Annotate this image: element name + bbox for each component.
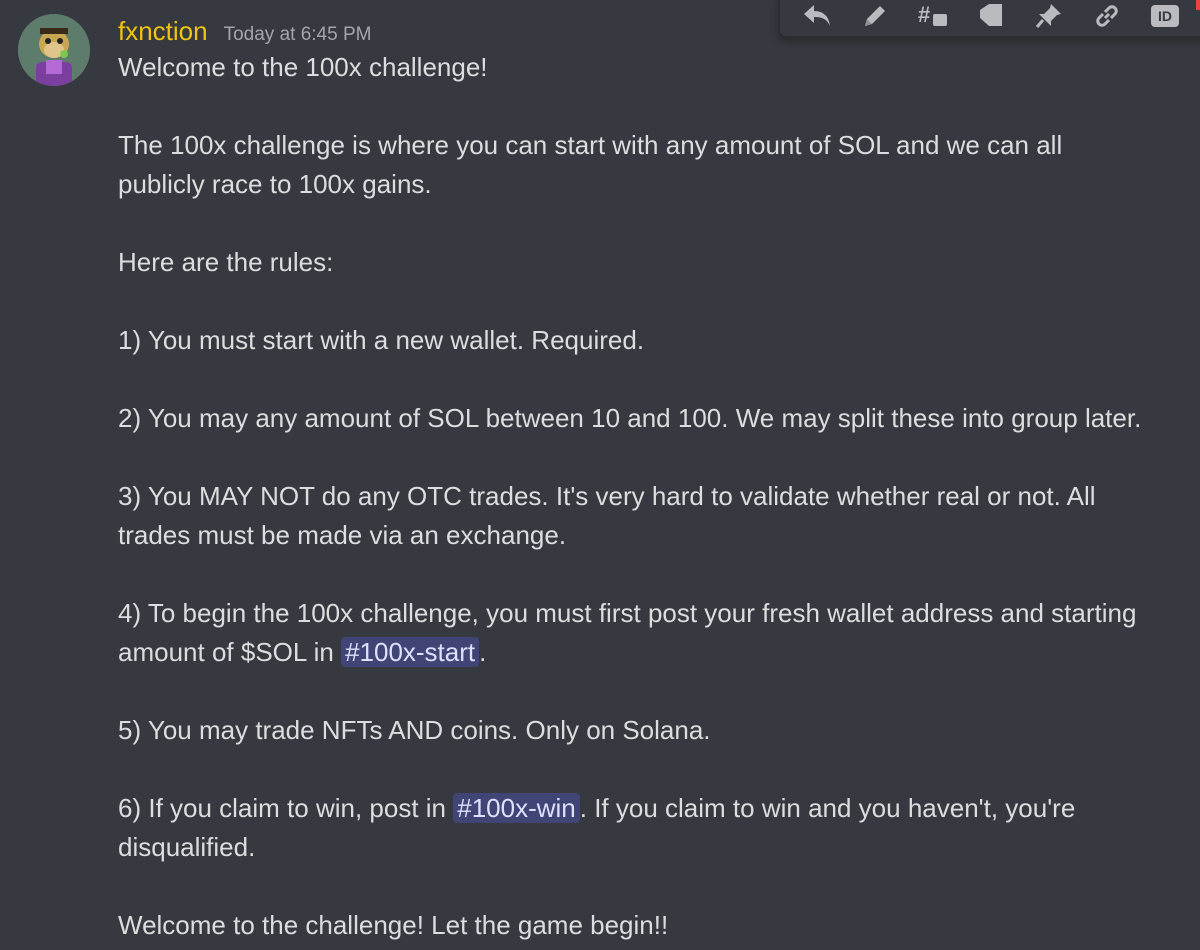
rule-4-line-1: 4) To begin the 100x challenge, you must… [118, 598, 1137, 628]
pin-button[interactable] [1020, 0, 1078, 39]
description-line-2: publicly race to 100x gains. [118, 169, 432, 199]
author-username[interactable]: fxnction [118, 14, 208, 48]
rule-6-line-2: disqualified. [118, 832, 256, 862]
message-actions-toolbar: # ID [778, 0, 1200, 38]
message-timestamp[interactable]: Today at 6:45 PM [224, 18, 372, 52]
rule-3-line-1: 3) You MAY NOT do any OTC trades. It's v… [118, 481, 1096, 511]
edit-icon [865, 6, 885, 26]
rule-6-line-1-suffix: . If you claim to win and you haven't, y… [579, 793, 1076, 823]
rule-4-line-2-suffix: . [479, 637, 487, 667]
channel-mention-100x-win[interactable]: #100x-win [453, 793, 580, 823]
closing-line: Welcome to the challenge! Let the game b… [118, 910, 669, 940]
copy-id-icon: ID [1151, 5, 1179, 27]
rule-6: 6) If you claim to win, post in #100x-wi… [118, 789, 1193, 867]
reply-icon [804, 5, 830, 26]
rule-6-line-1-prefix: 6) If you claim to win, post in [118, 793, 454, 823]
rule-2: 2) You may any amount of SOL between 10 … [118, 403, 1142, 433]
rule-3: 3) You MAY NOT do any OTC trades. It's v… [118, 477, 1193, 555]
message-content: Welcome to the 100x challenge! The 100x … [118, 48, 1193, 945]
rule-4: 4) To begin the 100x challenge, you must… [118, 594, 1193, 672]
rule-4-line-2-prefix: amount of $SOL in [118, 637, 342, 667]
copy-id-button[interactable]: ID [1136, 0, 1194, 39]
rules-heading: Here are the rules: [118, 247, 334, 277]
channel-mention-100x-start[interactable]: #100x-start [341, 637, 480, 667]
chat-message: fxnction Today at 6:45 PM # ID Welcome t… [0, 0, 1200, 950]
pin-icon [1035, 4, 1061, 28]
create-thread-icon: # [918, 2, 947, 27]
challenge-description: The 100x challenge is where you can star… [118, 126, 1193, 204]
rule-3-line-2: trades must be made via an exchange. [118, 520, 567, 550]
notification-edge [1196, 0, 1200, 10]
rule-1: 1) You must start with a new wallet. Req… [118, 325, 645, 355]
copy-link-button[interactable] [1078, 0, 1136, 39]
tag-button[interactable] [962, 0, 1020, 39]
intro-line: Welcome to the 100x challenge! [118, 52, 488, 82]
edit-button[interactable] [846, 0, 904, 39]
description-line-1: The 100x challenge is where you can star… [118, 130, 1063, 160]
ape-avatar-image [18, 14, 90, 86]
user-avatar[interactable] [18, 14, 90, 86]
message-header: fxnction Today at 6:45 PM [118, 14, 371, 48]
reply-button[interactable] [788, 0, 846, 39]
copy-link-icon [1096, 5, 1118, 27]
rule-5: 5) You may trade NFTs AND coins. Only on… [118, 715, 711, 745]
create-thread-button[interactable]: # [904, 0, 962, 39]
svg-text:#: # [918, 2, 930, 27]
tag-icon [980, 4, 1002, 26]
